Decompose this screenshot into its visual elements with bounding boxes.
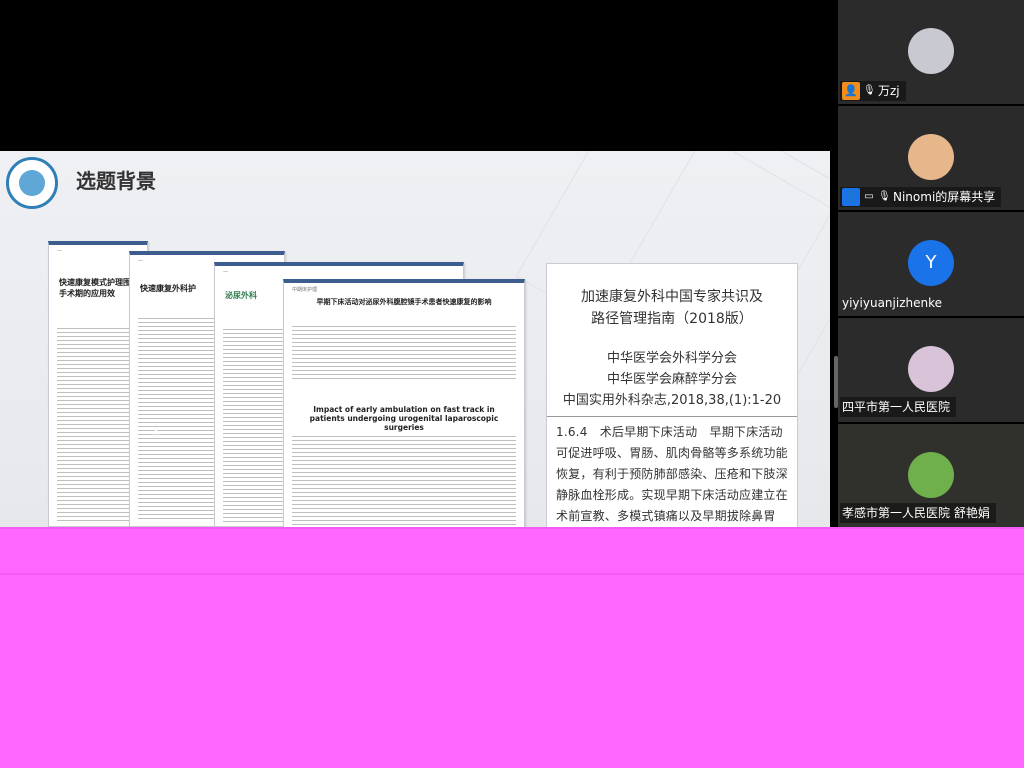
participant-name: 孝感市第一人民医院 舒艳娟 [842,506,990,520]
participant-tile[interactable]: 四平市第一人民医院 [838,318,1024,422]
participant-tile[interactable]: 孝感市第一人民医院 舒艳娟 [838,424,1024,528]
participant-name-bar: 四平市第一人民医院 [840,397,957,417]
participant-avatar [908,134,954,180]
guideline-citation: 中国实用外科杂志,2018,38,(1):1-20 [562,393,782,408]
article-page-4: 中期床护理 早期下床活动对泌尿外科腹腔镜手术患者快速康复的影响 Impact o… [283,279,525,531]
guideline-body-text: 1.6.4 术后早期下床活动 早期下床活动可促进呼吸、胃肠、肌肉骨骼等多系统功能… [556,425,788,531]
participant-tile[interactable]: Y yiyiyuanjizhenke [838,212,1024,316]
participant-avatar [908,346,954,392]
participant-avatar: Y [908,240,954,286]
article-text-lines [57,325,139,522]
participant-name-bar: 👤 ▭ 🎙 Ninomi的屏幕共享 [840,187,1002,207]
participant-name-bar: 👤 🎙 万zj [840,81,906,101]
guideline-title-line2: 路径管理指南（2018版） [591,311,753,327]
guideline-title-line1: 加速康复外科中国专家共识及 [581,289,763,305]
participant-name: yiyiyuanjizhenke [842,296,943,310]
participant-name: 万zj [878,84,900,98]
mic-muted-icon: 🎙 [863,85,876,96]
person-icon: 👤 [842,188,860,206]
slide-title: 选题背景 [76,169,156,193]
guideline-org-line2: 中华医学会麻醉学分会 [606,372,737,387]
article-text-lines [292,433,516,526]
person-icon: 👤 [842,82,860,100]
article-title: 早期下床活动对泌尿外科腹腔镜手术患者快速康复的影响 [316,298,492,306]
participant-name-bar: yiyiyuanjizhenke [840,293,948,313]
article-english-title: Impact of early ambulation on fast track… [309,405,499,432]
article-abstract-lines [292,323,516,380]
render-artifact-band [0,527,1024,768]
mic-muted-icon: 🎙 [878,191,891,202]
article-section-label: 中期床护理 [292,287,318,293]
participant-tile[interactable]: 👤 ▭ 🎙 Ninomi的屏幕共享 [838,106,1024,210]
participant-avatar [908,452,954,498]
participant-name: 四平市第一人民医院 [842,400,951,414]
artifact-stripe [0,527,1024,529]
article-header: — [223,269,228,275]
guideline-org-line1: 中华医学会外科学分会 [606,351,737,366]
artifact-stripe [0,573,1024,575]
mouse-cursor-icon: ✣ [152,429,161,440]
participant-name-bar: 孝感市第一人民医院 舒艳娟 [840,503,996,523]
participant-name: Ninomi的屏幕共享 [893,190,996,204]
participant-tile[interactable]: 👤 🎙 万zj [838,0,1024,104]
screen-share-icon: ▭ [864,191,874,202]
participant-avatar [908,28,954,74]
hospital-logo [6,157,58,209]
presentation-slide: 选题背景 — 快速康复模式护理围手术期的应用效 — 快速康复外科护 — 泌尿外科… [0,151,830,531]
guideline-excerpt: 加速康复外科中国专家共识及 路径管理指南（2018版） 中华医学会外科学分会 中… [546,263,798,531]
guideline-divider [547,416,797,417]
